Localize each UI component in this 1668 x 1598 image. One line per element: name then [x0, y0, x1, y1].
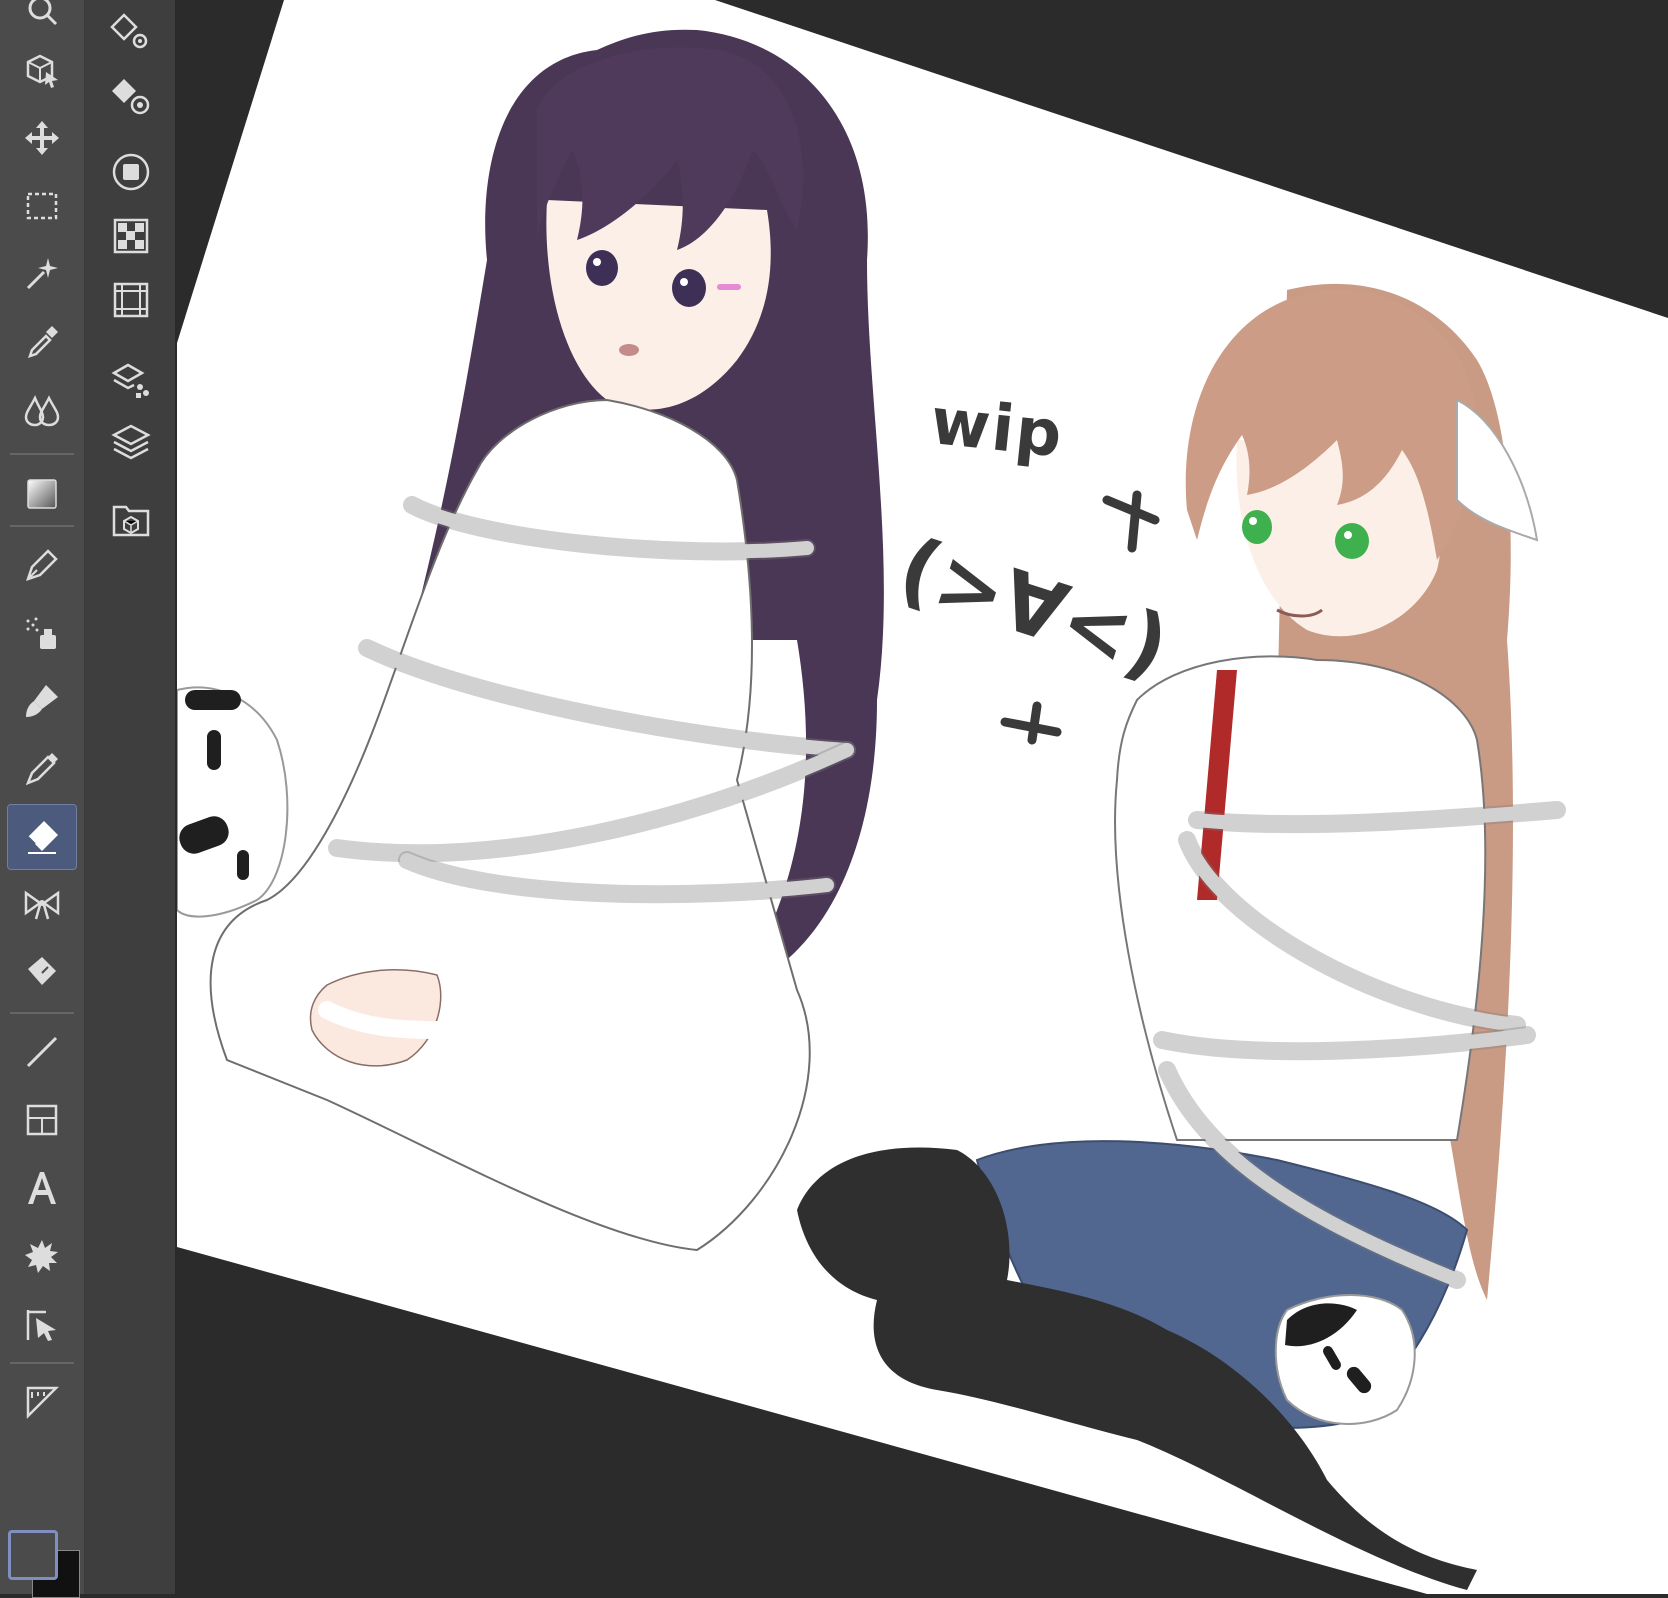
eraser-settings-button[interactable]: [103, 4, 159, 60]
line-tool[interactable]: [8, 1020, 76, 1084]
command-bar: [85, 0, 177, 1594]
tool-palette: [0, 0, 85, 1598]
ruler-triangle-icon: [26, 1386, 60, 1420]
blend-drops-icon: [24, 394, 60, 427]
navigator-button[interactable]: [103, 144, 159, 200]
paintbrush-icon: [26, 685, 58, 717]
gradient-icon: [27, 479, 57, 509]
canvas-viewport[interactable]: wip (>∀<): [177, 0, 1668, 1594]
fill-tool[interactable]: [8, 941, 76, 1005]
marquee-icon: [26, 192, 58, 220]
frame-tool[interactable]: [8, 1088, 76, 1152]
decoration-tool[interactable]: [8, 737, 76, 801]
eraser-settings-icon: [110, 13, 148, 49]
straight-line-icon: [26, 1036, 58, 1068]
fill-target-icon: [112, 79, 150, 115]
burst-balloon-icon: [25, 1240, 58, 1273]
wip-label: wip: [927, 385, 1068, 473]
blend-ribbon-tool[interactable]: [8, 873, 76, 937]
color-swatches: [4, 1530, 80, 1598]
frame-border-icon: [26, 1104, 58, 1136]
selection-tool[interactable]: [8, 174, 76, 238]
background-color-swatch[interactable]: [8, 1530, 58, 1580]
hair-clip: [717, 284, 741, 290]
marker-pen-icon: [25, 753, 58, 786]
eyedropper-tool[interactable]: [8, 310, 76, 374]
layer-property-icon: [111, 363, 149, 398]
eraser-tool[interactable]: [7, 804, 77, 870]
move-layer-tool[interactable]: [8, 106, 76, 170]
film-strip-icon: [113, 282, 149, 318]
airbrush-icon: [26, 617, 56, 649]
navigator-icon: [112, 153, 150, 191]
toolbar-divider: [10, 1012, 74, 1014]
ruler-tool[interactable]: [8, 1370, 76, 1434]
operation-tool[interactable]: [8, 38, 76, 102]
artwork-canvas[interactable]: [177, 0, 1668, 1594]
magic-wand-icon: [26, 258, 58, 290]
pen-nib-icon: [26, 549, 58, 581]
magnifier-icon: [28, 0, 58, 26]
color-set-button[interactable]: [103, 208, 159, 264]
eraser-icon: [27, 821, 58, 854]
layers-button[interactable]: [103, 414, 159, 470]
right-eye: [672, 269, 706, 307]
gradient-tool[interactable]: [8, 462, 76, 526]
left-eye: [1242, 510, 1272, 544]
vector-cursor-icon: [26, 1310, 56, 1341]
ribbon-icon: [24, 890, 60, 920]
balloon-tool[interactable]: [8, 1224, 76, 1288]
layer-property-button[interactable]: [103, 352, 159, 408]
brush-tool[interactable]: [8, 669, 76, 733]
move-arrows-icon: [25, 121, 59, 155]
layers-icon: [111, 424, 151, 460]
eyedropper-icon: [28, 326, 58, 358]
text-tool[interactable]: [8, 1156, 76, 1220]
blend-tool[interactable]: [8, 378, 76, 442]
material-folder-icon: [112, 505, 150, 537]
paint-bucket-icon: [28, 957, 56, 985]
panda-plush-right: [1274, 1294, 1416, 1425]
right-eye: [1335, 523, 1369, 559]
material-button[interactable]: [103, 492, 159, 548]
color-set-icon: [113, 218, 149, 254]
text-a-icon: [28, 1172, 56, 1204]
mouth: [619, 344, 639, 356]
auto-select-tool[interactable]: [8, 242, 76, 306]
airbrush-tool[interactable]: [8, 601, 76, 665]
cube-cursor-icon: [26, 54, 58, 88]
toolbar-divider: [10, 453, 74, 455]
left-eye: [586, 250, 618, 286]
pen-tool[interactable]: [8, 533, 76, 597]
fill-target-button[interactable]: [103, 68, 159, 124]
zoom-tool[interactable]: [8, 0, 76, 42]
correct-line-tool[interactable]: [8, 1292, 76, 1356]
toolbar-divider: [10, 1362, 74, 1364]
toolbar-divider: [10, 525, 74, 527]
animation-timeline-button[interactable]: [103, 272, 159, 328]
